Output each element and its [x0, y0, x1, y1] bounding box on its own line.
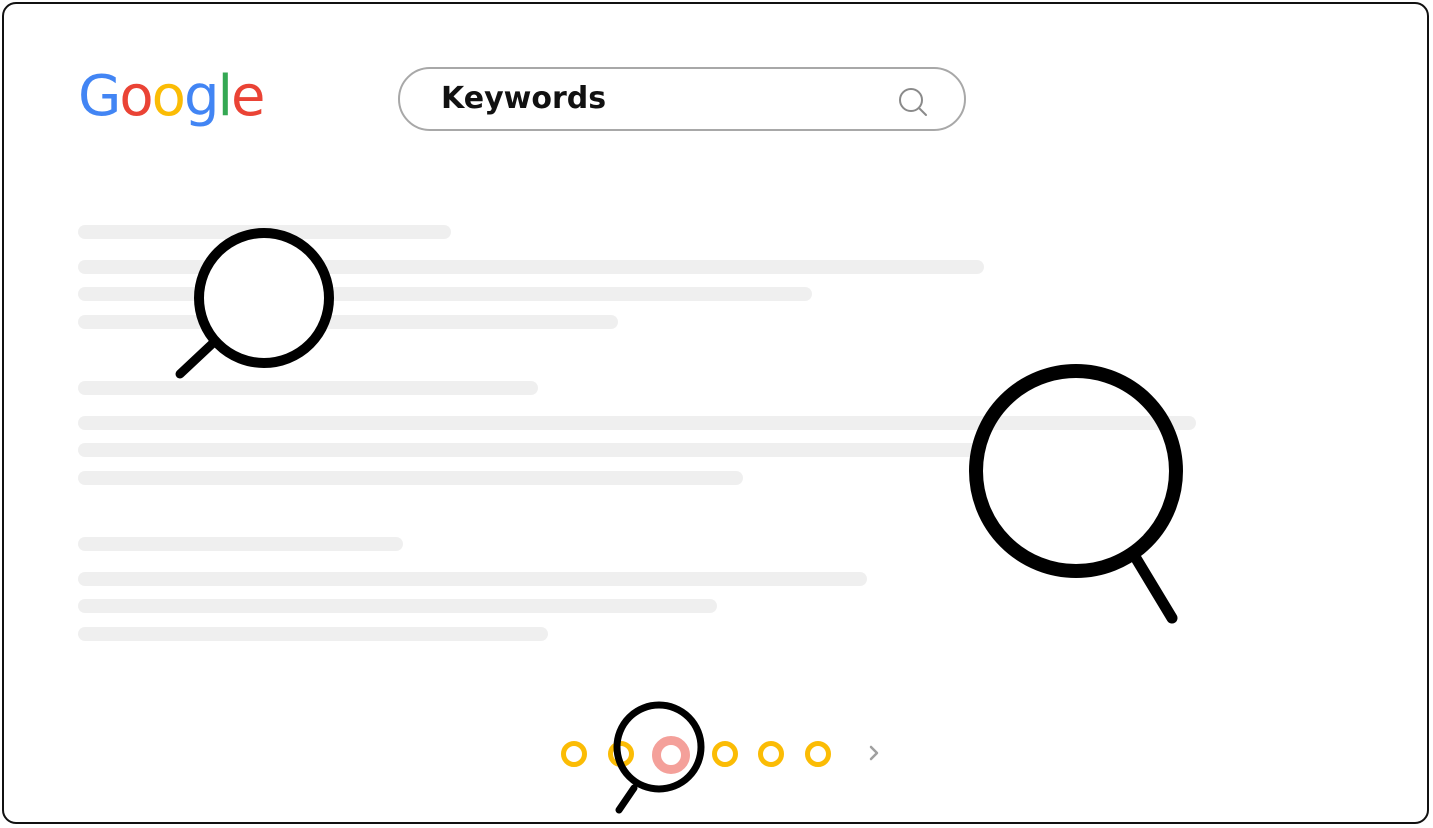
magnifier-icon: [175, 228, 334, 379]
result-title-placeholder: [78, 537, 403, 551]
page-dot-5[interactable]: [758, 741, 784, 767]
logo-letter-e: e: [231, 64, 265, 129]
google-logo[interactable]: G o o g l e: [78, 52, 266, 142]
logo-letter-l: l: [217, 64, 233, 129]
search-query-text: Keywords: [441, 81, 607, 116]
magnifier-icon: [613, 701, 705, 814]
logo-letter-g2: g: [183, 64, 220, 129]
page-dot-4[interactable]: [712, 741, 738, 767]
magnifier-icon: [969, 364, 1183, 624]
page-dot-6[interactable]: [805, 741, 831, 767]
result-line-placeholder: [78, 471, 743, 485]
result-line-placeholder: [78, 443, 978, 457]
chevron-right-icon[interactable]: [863, 742, 885, 764]
search-input[interactable]: Keywords: [398, 67, 966, 131]
logo-letter-g: G: [78, 64, 121, 129]
result-line-placeholder: [78, 572, 867, 586]
logo-letter-o2: o: [151, 64, 186, 129]
result-line-placeholder: [78, 627, 548, 641]
page-dot-1[interactable]: [561, 741, 587, 767]
result-line-placeholder: [78, 599, 717, 613]
search-icon[interactable]: [896, 85, 932, 121]
logo-letter-o1: o: [119, 64, 153, 129]
result-line-placeholder: [78, 315, 618, 329]
